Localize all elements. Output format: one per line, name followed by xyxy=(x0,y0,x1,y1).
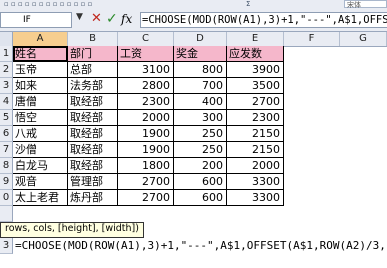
cell-salary[interactable]: 1900 xyxy=(118,126,174,142)
table-row: 5 悟空 取经部 2000 300 2300 xyxy=(0,110,387,126)
table-row: 3 如来 法务部 2800 700 3500 xyxy=(0,78,387,94)
cell-department[interactable]: 管理部 xyxy=(68,174,118,190)
cell-bonus[interactable]: 300 xyxy=(174,110,227,126)
function-argument-tooltip: rows, cols, [height], [width]) xyxy=(0,222,144,238)
cell-salary[interactable]: 2000 xyxy=(118,110,174,126)
table-header-row: 1 姓名 部门 工资 奖金 应发数 xyxy=(0,46,387,62)
cell-salary[interactable]: 1800 xyxy=(118,158,174,174)
cell-name[interactable]: 唐僧 xyxy=(13,94,68,110)
table-row: 6 八戒 取经部 1900 250 2150 xyxy=(0,126,387,142)
cell-total[interactable]: 3300 xyxy=(227,190,284,206)
cell-name[interactable]: 如来 xyxy=(13,78,68,94)
cell-total[interactable]: 2150 xyxy=(227,126,284,142)
cell-department[interactable]: 取经部 xyxy=(68,110,118,126)
row-header[interactable]: 5 xyxy=(0,110,13,126)
cell-bonus[interactable]: 600 xyxy=(174,174,227,190)
column-header-a[interactable]: A xyxy=(13,32,68,46)
cell-department[interactable]: 总部 xyxy=(68,62,118,78)
formula-input[interactable]: =CHOOSE(MOD(ROW(A1),3)+1,"---",A$1,OFFSE… xyxy=(140,12,387,28)
cell-bonus[interactable]: 400 xyxy=(174,94,227,110)
editing-row: 3 =CHOOSE(MOD(ROW(A1),3)+1,"---",A$1,OFF… xyxy=(0,238,387,254)
cell-salary[interactable]: 1900 xyxy=(118,142,174,158)
row-header[interactable]: 7 xyxy=(0,142,13,158)
insert-function-icon[interactable]: fx xyxy=(121,11,132,27)
row-header[interactable]: 8 xyxy=(0,158,13,174)
cell-department[interactable]: 取经部 xyxy=(68,142,118,158)
cell-name[interactable]: 白龙马 xyxy=(13,158,68,174)
cell-edit-formula[interactable]: =CHOOSE(MOD(ROW(A1),3)+1,"---",A$1,OFFSE… xyxy=(14,238,387,254)
table-row: 4 唐僧 取经部 2300 400 2700 xyxy=(0,94,387,110)
header-cell-total[interactable]: 应发数 xyxy=(227,46,284,62)
cell-total[interactable]: 3300 xyxy=(227,174,284,190)
cell-name[interactable]: 玉帝 xyxy=(13,62,68,78)
enter-icon[interactable]: ✓ xyxy=(106,11,118,27)
cell-total[interactable]: 2700 xyxy=(227,94,284,110)
cell-total[interactable]: 3500 xyxy=(227,78,284,94)
cell-department[interactable]: 取经部 xyxy=(68,126,118,142)
cell-name[interactable]: 沙僧 xyxy=(13,142,68,158)
select-all-corner[interactable] xyxy=(0,32,13,46)
cell-total[interactable]: 2150 xyxy=(227,142,284,158)
cell-name[interactable]: 八戒 xyxy=(13,126,68,142)
row-header[interactable]: 6 xyxy=(0,126,13,142)
cell-name[interactable]: 观音 xyxy=(13,174,68,190)
cell-department[interactable]: 取经部 xyxy=(68,94,118,110)
chevron-down-icon[interactable]: ▼ xyxy=(76,12,83,22)
header-cell-name[interactable]: 姓名 xyxy=(13,46,68,62)
column-header-c[interactable]: C xyxy=(118,32,174,46)
row-header[interactable]: 3 xyxy=(0,78,13,94)
row-header[interactable]: 4 xyxy=(0,94,13,110)
cell-salary[interactable]: 3100 xyxy=(118,62,174,78)
cell-bonus[interactable]: 250 xyxy=(174,126,227,142)
cell-department[interactable]: 取经部 xyxy=(68,158,118,174)
empty-row xyxy=(0,206,387,222)
column-headers: A B C D E F G xyxy=(0,32,387,47)
table-row: 8 白龙马 取经部 1800 200 2000 xyxy=(0,158,387,174)
cell-salary[interactable]: 2800 xyxy=(118,78,174,94)
table-row: 2 玉帝 总部 3100 800 3900 xyxy=(0,62,387,78)
cell-total[interactable]: 2300 xyxy=(227,110,284,126)
formula-bar: IF ▼ ✕ ✓ fx =CHOOSE(MOD(ROW(A1),3)+1,"--… xyxy=(0,9,387,32)
cell-bonus[interactable]: 600 xyxy=(174,190,227,206)
row-header[interactable]: 2 xyxy=(0,62,13,78)
cancel-icon[interactable]: ✕ xyxy=(91,11,102,27)
row-header[interactable]: 0 xyxy=(0,190,13,206)
table-row: 7 沙僧 取经部 1900 250 2150 xyxy=(0,142,387,158)
font-name-box[interactable]: 宋体 xyxy=(344,0,387,9)
cell-salary[interactable]: 2700 xyxy=(118,174,174,190)
cell-salary[interactable]: 2700 xyxy=(118,190,174,206)
spreadsheet-grid[interactable]: A B C D E F G 1 姓名 部门 工资 奖金 应发数 2 玉帝 总部 … xyxy=(0,32,387,268)
row-header[interactable]: 3 xyxy=(0,238,13,254)
cell-total[interactable]: 2000 xyxy=(227,158,284,174)
header-cell-bonus[interactable]: 奖金 xyxy=(174,46,227,62)
toolbar-icons[interactable]: ▫ ▫ ▫ ▫ ▫ ▫ ▫ ▫ ▫ ▫ ▫ ▫ ▫ xyxy=(4,1,92,8)
name-box[interactable]: IF xyxy=(0,12,72,28)
cell-name[interactable]: 悟空 xyxy=(13,110,68,126)
column-header-f[interactable]: F xyxy=(284,32,340,46)
cell-name[interactable]: 太上老君 xyxy=(13,190,68,206)
cell-total[interactable]: 3900 xyxy=(227,62,284,78)
column-header-g[interactable]: G xyxy=(340,32,387,46)
cell-department[interactable]: 法务部 xyxy=(68,78,118,94)
table-row: 9 观音 管理部 2700 600 3300 xyxy=(0,174,387,190)
column-header-b[interactable]: B xyxy=(68,32,118,46)
row-header[interactable]: 9 xyxy=(0,174,13,190)
sum-icon[interactable]: Σ xyxy=(246,1,250,8)
header-cell-salary[interactable]: 工资 xyxy=(118,46,174,62)
header-cell-department[interactable]: 部门 xyxy=(68,46,118,62)
cell-bonus[interactable]: 800 xyxy=(174,62,227,78)
cell-department[interactable]: 炼丹部 xyxy=(68,190,118,206)
cell-salary[interactable]: 2300 xyxy=(118,94,174,110)
row-header[interactable]: 1 xyxy=(0,46,13,62)
row-header[interactable] xyxy=(0,206,13,222)
column-header-e[interactable]: E xyxy=(227,32,284,46)
cell-bonus[interactable]: 250 xyxy=(174,142,227,158)
table-row: 0 太上老君 炼丹部 2700 600 3300 xyxy=(0,190,387,206)
cell-bonus[interactable]: 700 xyxy=(174,78,227,94)
cell-bonus[interactable]: 200 xyxy=(174,158,227,174)
column-header-d[interactable]: D xyxy=(174,32,227,46)
